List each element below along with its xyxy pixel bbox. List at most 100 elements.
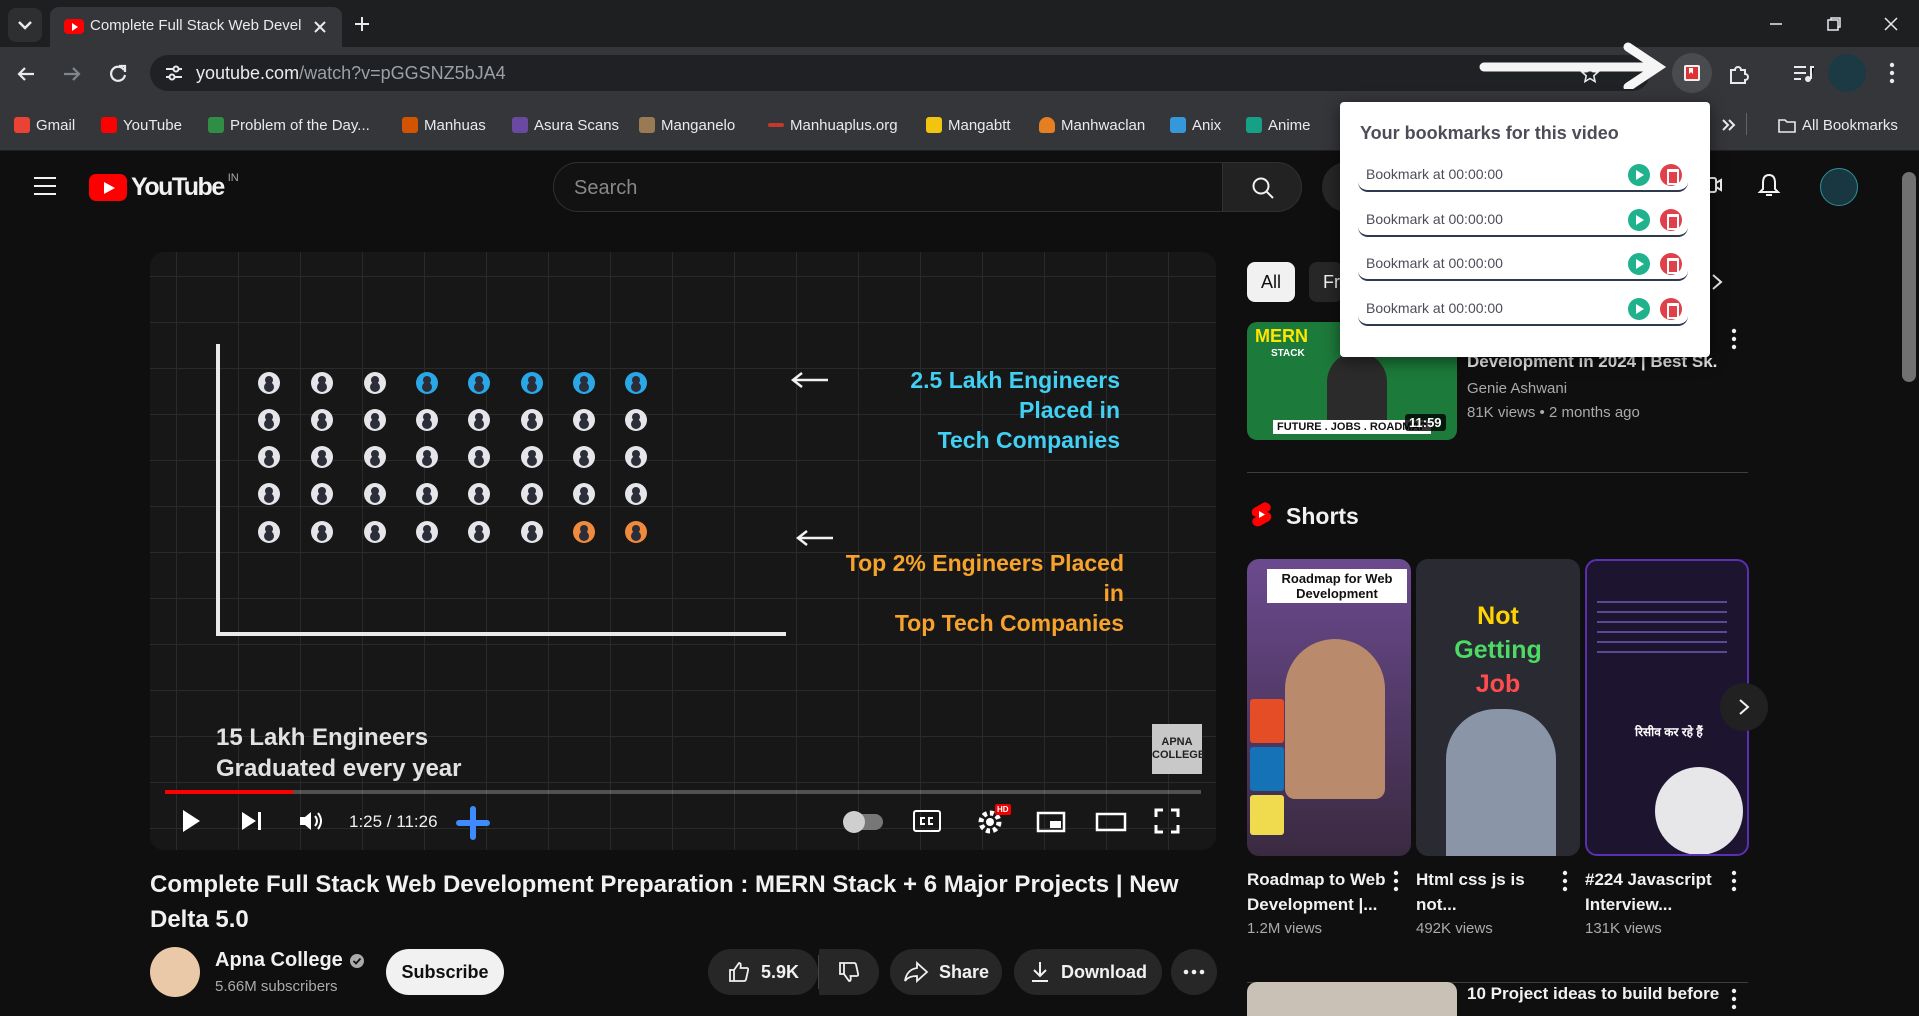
notifications-bell-icon[interactable]: [1757, 172, 1781, 200]
bookmark-row-3[interactable]: Bookmark at 00:00:00: [1358, 247, 1688, 281]
bookmark-manhwaclan[interactable]: Manhwaclan: [1039, 115, 1145, 135]
like-button[interactable]: 5.9K: [708, 949, 818, 995]
extensions-puzzle-icon[interactable]: [1727, 63, 1749, 85]
download-button[interactable]: Download: [1014, 949, 1162, 995]
all-bookmarks-button[interactable]: All Bookmarks: [1778, 115, 1898, 135]
bookmark-mangabtt[interactable]: Mangabtt: [926, 115, 1011, 135]
theater-mode-icon[interactable]: [1095, 811, 1127, 833]
delete-bookmark-icon[interactable]: [1660, 209, 1682, 231]
slide-x-axis: [216, 632, 786, 636]
youtube-logo-text: YouTube: [131, 172, 225, 201]
bookmark-manhuaplus[interactable]: Manhuaplus.org: [768, 115, 898, 135]
fullscreen-icon[interactable]: [1154, 808, 1180, 834]
chip-all[interactable]: All: [1247, 262, 1296, 302]
bookmark-anix[interactable]: Anix: [1170, 115, 1221, 135]
css-badge: [1250, 747, 1284, 791]
more-vertical-icon[interactable]: [1561, 870, 1569, 892]
verified-check-icon: [349, 953, 364, 968]
page-scrollbar[interactable]: [1902, 172, 1916, 382]
bookmark-row-2[interactable]: Bookmark at 00:00:00: [1358, 203, 1688, 237]
subscribe-button[interactable]: Subscribe: [386, 949, 504, 995]
more-vertical-icon[interactable]: [1392, 870, 1400, 892]
bookmark-asura-scans[interactable]: Asura Scans: [512, 115, 619, 135]
channel-name-row[interactable]: Apna College: [215, 949, 365, 972]
play-bookmark-icon[interactable]: [1628, 253, 1650, 275]
bookmark-youtube[interactable]: YouTube: [101, 115, 182, 135]
more-vertical-icon[interactable]: [1730, 870, 1738, 892]
shorts-next-button[interactable]: [1720, 683, 1768, 731]
youtube-logo[interactable]: YouTube IN: [89, 172, 239, 202]
progress-fill: [165, 790, 294, 794]
channel-avatar[interactable]: [150, 947, 200, 997]
delete-bookmark-icon[interactable]: [1660, 298, 1682, 320]
miniplayer-icon[interactable]: [1036, 811, 1066, 833]
media-queue-icon[interactable]: [1792, 64, 1814, 84]
play-bookmark-icon[interactable]: [1628, 164, 1650, 186]
play-bookmark-icon[interactable]: [1628, 209, 1650, 231]
short-thumbnail-2[interactable]: Not Getting Job: [1416, 559, 1580, 856]
bookmark-anime[interactable]: Anime: [1246, 115, 1311, 135]
rec-channel[interactable]: Genie Ashwani: [1467, 380, 1567, 397]
engineer-icon: [625, 483, 647, 505]
progress-bar[interactable]: [165, 790, 1201, 794]
engineer-icon: [521, 409, 543, 431]
more-vertical-icon[interactable]: [1888, 61, 1896, 85]
channel-name[interactable]: Apna College: [215, 949, 343, 972]
short-title-2[interactable]: Html css js is not...: [1416, 867, 1566, 917]
bookmark-manhuas[interactable]: Manhuas: [402, 115, 486, 135]
site-info-icon[interactable]: [164, 64, 184, 82]
dislike-button[interactable]: [819, 949, 879, 995]
chip-from[interactable]: Fr: [1309, 262, 1343, 302]
short-title-1[interactable]: Roadmap to Web Development |...: [1247, 867, 1397, 917]
hamburger-menu-icon[interactable]: [33, 176, 57, 196]
next-track-icon[interactable]: [240, 810, 264, 832]
bookmark-manganelo[interactable]: Manganelo: [639, 115, 735, 135]
video-player[interactable]: 2.5 Lakh Engineers Placed in Tech Compan…: [150, 252, 1216, 850]
engineer-icon: [521, 521, 543, 543]
url-text: youtube.com/watch?v=pGGSNZ5bJA4: [196, 63, 506, 84]
autoplay-toggle[interactable]: [843, 811, 883, 833]
short-person: [1285, 639, 1385, 799]
restore-icon[interactable]: [1826, 16, 1842, 32]
bookmark-extension-button[interactable]: [1672, 53, 1712, 93]
short-title-3[interactable]: #224 Javascript Interview...: [1585, 867, 1735, 917]
chevron-right-icon[interactable]: [1710, 272, 1724, 292]
back-arrow-icon[interactable]: [16, 64, 36, 84]
short-thumb-text: Not Getting Job: [1416, 599, 1580, 701]
bookmark-extension-popup: Your bookmarks for this video Bookmark a…: [1340, 102, 1710, 357]
tab-search-button[interactable]: [8, 8, 42, 42]
delete-bookmark-icon[interactable]: [1660, 253, 1682, 275]
delete-bookmark-icon[interactable]: [1660, 164, 1682, 186]
video-title: Complete Full Stack Web Development Prep…: [150, 867, 1216, 937]
close-icon[interactable]: [312, 19, 328, 35]
volume-icon[interactable]: [298, 809, 326, 833]
add-plus-icon[interactable]: [456, 806, 490, 840]
window-close-icon[interactable]: [1883, 16, 1899, 32]
more-vertical-icon[interactable]: [1730, 988, 1738, 1010]
new-tab-icon[interactable]: [354, 16, 370, 32]
rec-thumbnail-2[interactable]: [1247, 982, 1457, 1016]
browser-tab[interactable]: Complete Full Stack Web Devel: [50, 7, 342, 47]
reload-icon[interactable]: [107, 63, 129, 85]
rec-title-2[interactable]: 10 Project ideas to build before: [1467, 984, 1719, 1004]
captions-button[interactable]: [913, 810, 941, 832]
play-bookmark-icon[interactable]: [1628, 298, 1650, 320]
more-vertical-icon[interactable]: [1730, 328, 1738, 350]
bookmark-problem-of-the-day[interactable]: Problem of the Day...: [208, 115, 370, 135]
play-icon[interactable]: [180, 808, 202, 834]
more-actions-button[interactable]: [1171, 949, 1217, 995]
minimize-icon[interactable]: [1768, 16, 1784, 32]
profile-avatar[interactable]: [1828, 54, 1866, 92]
forward-arrow-icon[interactable]: [62, 64, 82, 84]
chevron-double-right-icon[interactable]: [1720, 117, 1736, 133]
search-input[interactable]: Search: [553, 162, 1223, 212]
account-avatar[interactable]: [1820, 168, 1858, 206]
address-bar[interactable]: youtube.com/watch?v=pGGSNZ5bJA4: [150, 55, 1650, 91]
bookmark-gmail[interactable]: Gmail: [14, 115, 75, 135]
short-thumbnail-1[interactable]: Roadmap for Web Development: [1247, 559, 1411, 856]
share-button[interactable]: Share: [890, 949, 1002, 995]
bookmark-row-1[interactable]: Bookmark at 00:00:00: [1358, 158, 1688, 192]
subscriber-count: 5.66M subscribers: [215, 978, 338, 995]
bookmark-row-4[interactable]: Bookmark at 00:00:00: [1358, 292, 1688, 326]
search-button[interactable]: [1222, 162, 1302, 212]
